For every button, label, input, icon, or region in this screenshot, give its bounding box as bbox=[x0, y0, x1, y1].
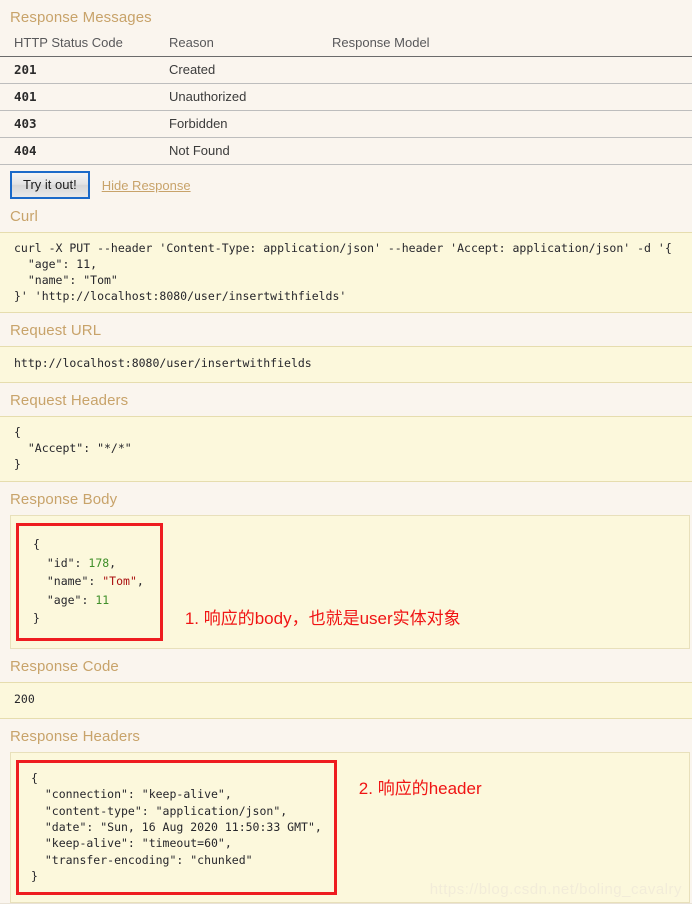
response-code-title: Response Code bbox=[10, 658, 119, 675]
response-body-json: { "id": 178, "name": "Tom", "age": 11 } bbox=[16, 522, 163, 641]
response-body-block: { "id": 178, "name": "Tom", "age": 11 } … bbox=[10, 514, 690, 649]
json-key: "name": bbox=[33, 574, 103, 589]
hide-response-link[interactable]: Hide Response bbox=[102, 178, 191, 193]
response-model-cell bbox=[318, 56, 692, 84]
action-row: Try it out! Hide Response bbox=[0, 165, 692, 199]
request-url-title: Request URL bbox=[10, 322, 102, 340]
response-headers-json: { "connection": "keep-alive", "content-t… bbox=[16, 759, 337, 896]
table-header-row: HTTP Status Code Reason Response Model bbox=[0, 33, 692, 57]
swagger-response-panel: Response Messages HTTP Status Code Reaso… bbox=[0, 0, 692, 904]
response-headers-annotation: 2. 响应的header bbox=[358, 778, 482, 798]
json-suffix: , bbox=[136, 574, 144, 589]
table-row: 201 Created bbox=[0, 56, 692, 84]
json-suffix: , bbox=[109, 555, 117, 570]
response-messages-table: HTTP Status Code Reason Response Model 2… bbox=[0, 33, 692, 165]
reason-cell: Created bbox=[155, 56, 318, 84]
request-url-value: http://localhost:8080/user/insertwithfie… bbox=[0, 346, 692, 384]
json-key: "age": bbox=[33, 592, 96, 607]
status-code-cell: 404 bbox=[0, 137, 155, 165]
json-key: "id": bbox=[33, 555, 89, 570]
response-headers-block: { "connection": "keep-alive", "content-t… bbox=[10, 751, 690, 904]
reason-cell: Not Found bbox=[155, 137, 318, 165]
response-body-annotation: 1. 响应的body，也就是user实体对象 bbox=[184, 609, 461, 628]
json-line: { bbox=[33, 536, 40, 551]
response-code-value: 200 bbox=[0, 682, 692, 719]
response-headers-title: Response Headers bbox=[10, 727, 141, 745]
json-line: } bbox=[33, 611, 40, 626]
curl-title: Curl bbox=[10, 208, 38, 225]
column-header-response-model: Response Model bbox=[318, 33, 692, 57]
status-code-cell: 403 bbox=[0, 110, 155, 138]
response-body-title: Response Body bbox=[10, 490, 118, 508]
reason-cell: Unauthorized bbox=[155, 83, 318, 111]
request-headers-body: { "Accept": "*/*" } bbox=[0, 416, 692, 482]
response-model-cell bbox=[318, 83, 692, 111]
status-code-cell: 401 bbox=[0, 83, 155, 111]
column-header-reason: Reason bbox=[155, 33, 318, 57]
reason-cell: Forbidden bbox=[155, 110, 318, 138]
json-value: "Tom" bbox=[102, 574, 137, 589]
curl-command: curl -X PUT --header 'Content-Type: appl… bbox=[0, 232, 692, 314]
response-model-cell bbox=[318, 137, 692, 165]
try-it-out-button[interactable]: Try it out! bbox=[10, 171, 90, 199]
response-messages-title: Response Messages bbox=[10, 9, 152, 26]
status-code-cell: 201 bbox=[0, 56, 155, 84]
response-model-cell bbox=[318, 110, 692, 138]
json-value: 11 bbox=[95, 592, 110, 607]
request-headers-title: Request Headers bbox=[10, 392, 129, 410]
table-row: 401 Unauthorized bbox=[0, 83, 692, 111]
json-value: 178 bbox=[88, 555, 110, 570]
column-header-status-code: HTTP Status Code bbox=[0, 33, 155, 57]
table-row: 403 Forbidden bbox=[0, 110, 692, 138]
table-row: 404 Not Found bbox=[0, 137, 692, 165]
